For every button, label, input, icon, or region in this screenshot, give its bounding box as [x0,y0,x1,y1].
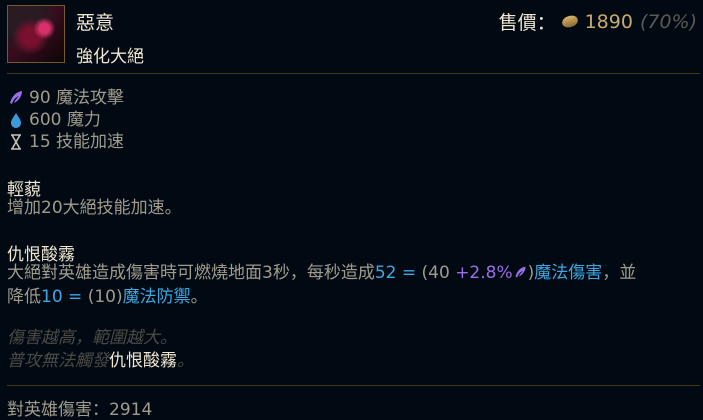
item-name: 惡意 [76,12,115,34]
stat-ability-haste: 15 技能加速 [7,131,124,153]
champion-damage: 對英雄傷害：2914 [7,400,153,420]
sell-price-label: 售價： [498,12,556,34]
item-tooltip: 惡意 強化大絕 售價： 1890 (70%) 90 魔法攻擊 600 魔力 15… [0,0,703,420]
sell-percent: (70%) [639,10,697,33]
mana-icon [11,113,21,128]
stats-list: 90 魔法攻擊 600 魔力 15 技能加速 [7,87,124,153]
item-subtitle: 強化大絕 [76,47,144,67]
passive-text-2: 大絕對英雄造成傷害時可燃燒地面3秒，每秒造成52 = (40 +2.8%)魔法傷… [7,263,637,307]
passive-text-1: 增加20大絕技能加速。 [7,198,182,218]
item-icon [7,5,65,63]
divider-bottom [7,385,700,386]
gold-icon [560,13,579,30]
stat-mana: 600 魔力 [7,109,124,131]
stat-ability-power: 90 魔法攻擊 [7,87,124,109]
ability-haste-icon [11,134,21,150]
passive-note: 傷害越高，範圍越大。 普攻無法觸發仇恨酸霧。 [7,328,194,371]
sell-price: 售價： 1890 (70%) [499,8,697,35]
divider-top [7,73,700,74]
sell-price-value: 1890 [584,10,633,33]
ability-power-icon [515,266,526,278]
ability-power-icon [10,91,22,104]
